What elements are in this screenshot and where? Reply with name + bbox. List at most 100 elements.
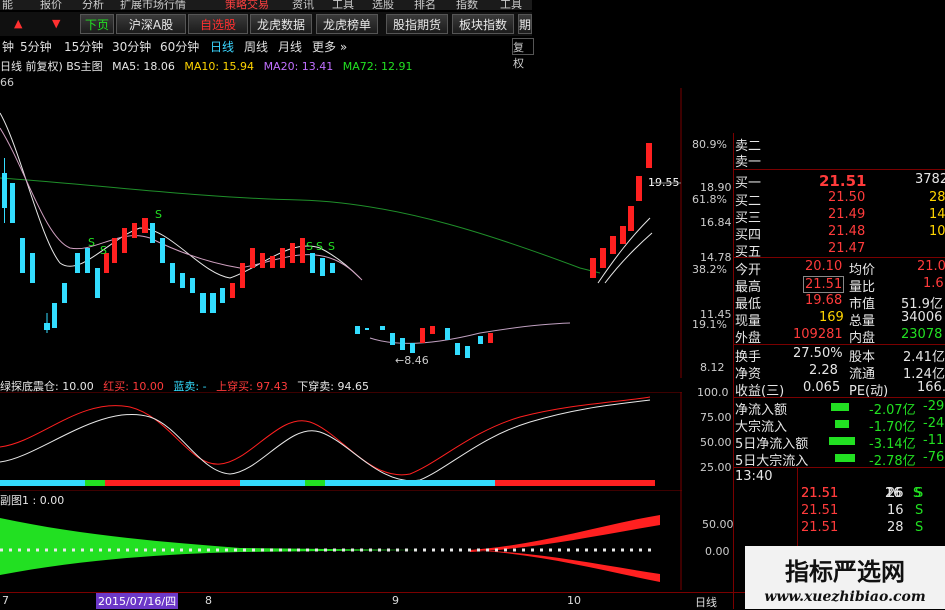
stat-row: 今开 20.10 均价 21.0 xyxy=(733,259,945,278)
bid-row: 买一 21.51 3782 xyxy=(733,172,945,191)
ma72-label: MA72: 12.91 xyxy=(342,60,413,73)
adjust-button[interactable]: 复权 xyxy=(512,38,534,70)
period-item[interactable]: 月线 xyxy=(278,38,302,55)
date-highlight: 2015/07/16/四 xyxy=(96,593,179,609)
period-item[interactable]: 5分钟 xyxy=(20,38,52,55)
menu-item[interactable]: 策略交易 xyxy=(225,0,269,10)
flow-row: 大宗流入 -1.70亿 -24 xyxy=(733,416,945,435)
watchlist-button[interactable]: 自选股 xyxy=(188,14,248,34)
tick-side: S xyxy=(915,503,924,518)
bid-price: 21.49 xyxy=(828,207,866,222)
menu-item[interactable]: 工具 xyxy=(500,0,522,10)
watermark-title: 指标严选网 xyxy=(785,558,905,586)
stat-value: 2.28 xyxy=(809,363,838,378)
tick-row: 21.51 28 S xyxy=(733,520,945,536)
arrow-up-icon[interactable]: ▲ xyxy=(14,14,22,34)
menu-item[interactable]: 扩展市场行情 xyxy=(120,0,186,10)
bid-row: 买四 21.48 10 xyxy=(733,224,945,243)
stat-value: 34006 xyxy=(901,310,943,325)
tick-side: S xyxy=(915,486,924,501)
stat-value: 0.065 xyxy=(803,380,841,395)
ind1-band-cyan xyxy=(325,480,495,486)
menu-item[interactable]: 选股 xyxy=(372,0,394,10)
bid-label: 买一 xyxy=(735,176,762,191)
menu-item[interactable]: 排名 xyxy=(414,0,436,10)
sep xyxy=(733,169,945,170)
period-item[interactable]: 钟 xyxy=(2,38,14,55)
tick-time: 13:40 xyxy=(735,469,773,484)
ind1-band-cyan xyxy=(240,480,305,486)
ask-row: 卖二 xyxy=(733,135,945,154)
axis-label: 38.2% xyxy=(692,263,727,276)
sep xyxy=(733,397,945,398)
dragon-tiger-list-button[interactable]: 龙虎榜单 xyxy=(316,14,378,34)
tick-time-row: 13:40 xyxy=(733,469,945,485)
stat-value: 20.10 xyxy=(805,259,843,274)
stat-value: 1.6 xyxy=(923,276,944,291)
menu-item[interactable]: 报价 xyxy=(40,0,62,10)
dragon-tiger-data-button[interactable]: 龙虎数据 xyxy=(250,14,312,34)
futures-button[interactable]: 期 xyxy=(518,14,532,34)
ma-header: 日线 前复权) BS主图 MA5: 18.06 MA10: 15.94 MA20… xyxy=(0,58,419,73)
period-item[interactable]: 更多 » xyxy=(312,38,347,55)
next-page-button[interactable]: 下页 xyxy=(80,14,114,34)
sep xyxy=(733,344,945,345)
axis-label: 19.1% xyxy=(692,318,727,331)
sector-index-button[interactable]: 板块指数 xyxy=(452,14,514,34)
flow-row: 5日净流入额 -3.14亿 -11 xyxy=(733,433,945,452)
index-futures-button[interactable]: 股指期货 xyxy=(386,14,448,34)
ind1-red-line xyxy=(0,396,651,476)
indicator1-chart[interactable] xyxy=(0,392,682,492)
period-item[interactable]: 60分钟 xyxy=(160,38,199,55)
arrow-down-icon[interactable]: ▼ xyxy=(52,14,60,34)
period-item[interactable]: 周线 xyxy=(244,38,268,55)
menu-item[interactable]: 指数 xyxy=(456,0,478,10)
bid-vol: 14 xyxy=(929,207,945,222)
stat-value: 169 xyxy=(819,310,844,325)
price-chart[interactable]: SSS SSS ←8.46 19.55 xyxy=(0,88,682,378)
stat-value: 21.51 xyxy=(803,276,845,293)
bid-vol: 28 xyxy=(929,190,945,205)
period-item-active[interactable]: 日线 xyxy=(210,38,234,55)
indicator2-chart[interactable] xyxy=(0,490,682,590)
low-mark: ←8.46 xyxy=(395,354,429,367)
bid-price: 21.50 xyxy=(828,190,866,205)
date-label: 10 xyxy=(567,594,581,607)
menu-item[interactable]: 能 xyxy=(2,0,13,10)
ind2-axis: 50.00 xyxy=(702,518,734,531)
tick-price: 21.51 xyxy=(801,486,839,501)
sh-sz-a-button[interactable]: 沪深A股 xyxy=(116,14,186,34)
flow-row: 5日大宗流入 -2.78亿 -76 xyxy=(733,450,945,469)
ind1-band-cyan xyxy=(0,480,85,486)
ask-row: 卖一 xyxy=(733,151,945,170)
period-item[interactable]: 30分钟 xyxy=(112,38,151,55)
period-item[interactable]: 15分钟 xyxy=(64,38,103,55)
tick-list: 21.51 26 S 21.51 16 S 21.51 28 S xyxy=(733,486,945,546)
tick-side: S xyxy=(915,520,924,535)
stat-value: 109281 xyxy=(793,327,843,342)
stat-row: 外盘 109281 内盘 23078 xyxy=(733,327,945,346)
ind2-green-top xyxy=(0,518,420,575)
tick-row: 21.51 26 S xyxy=(733,486,945,502)
bid-price: 21.51 xyxy=(819,172,867,190)
stat-value: 166. xyxy=(917,380,945,395)
stat-value: 23078 xyxy=(901,327,943,342)
date-label: 9 xyxy=(392,594,399,607)
menu-item[interactable]: 资讯 xyxy=(292,0,314,10)
stat-row: 换手 27.50% 股本 2.41亿 xyxy=(733,346,945,365)
menu-item[interactable]: 工具 xyxy=(332,0,354,10)
tick-price: 21.51 xyxy=(801,520,839,535)
tick-vol: 26 xyxy=(887,486,904,501)
flow-bar xyxy=(829,437,855,445)
svg-text:S: S xyxy=(155,208,162,221)
bid-row: 买五 21.47 xyxy=(733,241,945,260)
svg-text:S: S xyxy=(88,236,95,249)
tick-vol: 16 xyxy=(887,503,904,518)
ind1-axis: 25.00 xyxy=(700,461,732,474)
stat-value: 21.0 xyxy=(917,259,945,274)
svg-text:S: S xyxy=(306,240,313,253)
menu-item[interactable]: 分析 xyxy=(82,0,104,10)
ma10-line xyxy=(0,112,361,279)
flow-value: -76 xyxy=(923,450,945,465)
stat-row: 最高 21.51 量比 1.6 xyxy=(733,276,945,295)
